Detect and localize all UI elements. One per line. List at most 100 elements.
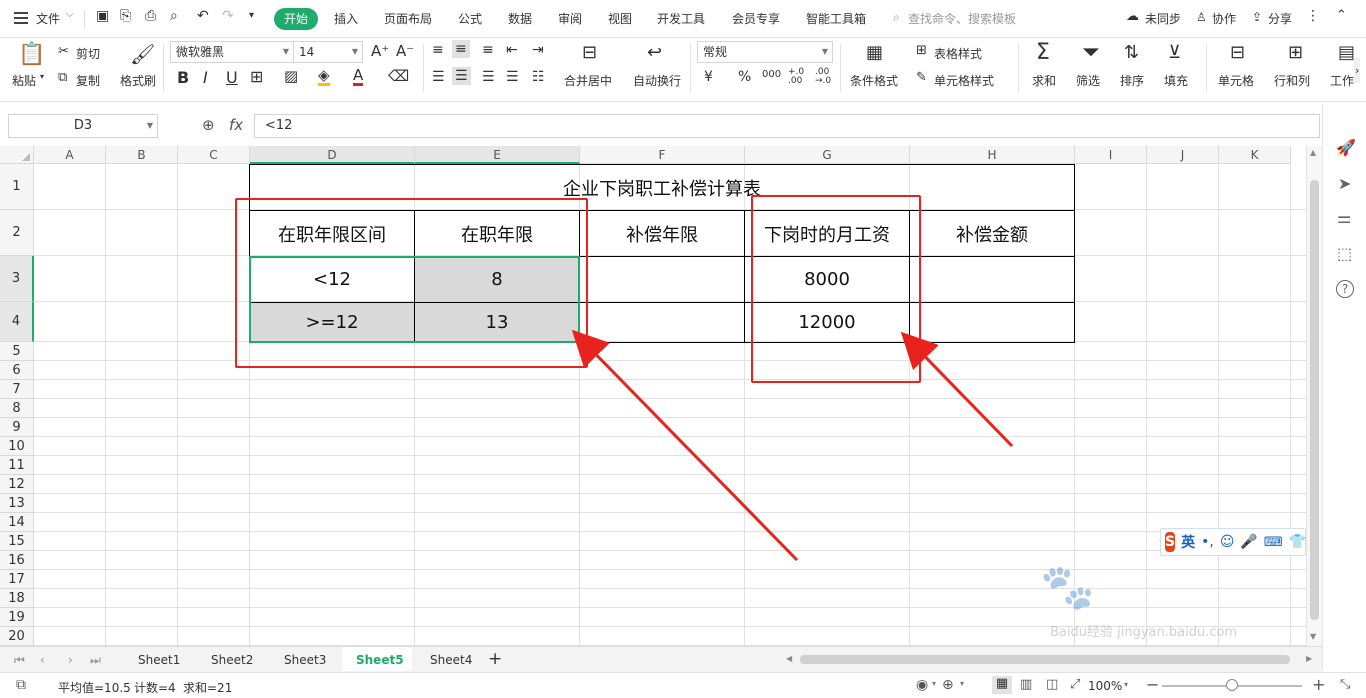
tab-developer[interactable]: 开发工具	[657, 10, 705, 27]
worksheet-icon[interactable]: ▤	[1338, 42, 1355, 63]
pointer-icon[interactable]: ➤	[1338, 174, 1351, 193]
prev-sheet-icon[interactable]: ‹	[40, 653, 45, 667]
tab-view[interactable]: 视图	[608, 10, 632, 27]
cond-format-button[interactable]: 条件格式	[850, 72, 898, 89]
hscroll-right-icon[interactable]: ▶	[1306, 654, 1312, 663]
fill-button[interactable]: 填充	[1164, 72, 1188, 89]
rocket-icon[interactable]: 🚀	[1336, 138, 1356, 157]
align-center-icon[interactable]: ☰	[452, 67, 471, 85]
formula-input[interactable]: <12	[254, 114, 1320, 138]
collab-button[interactable]: 协作	[1212, 10, 1236, 27]
paste-icon[interactable]: 📋	[18, 42, 45, 67]
export-icon[interactable]: ⎘	[120, 8, 131, 24]
tab-page-layout[interactable]: 页面布局	[384, 10, 432, 27]
zoom-out-icon[interactable]: −	[1146, 675, 1159, 694]
normal-view-icon[interactable]: ▦	[992, 676, 1012, 694]
fill-pattern-icon[interactable]: ▨	[284, 67, 298, 85]
center-view-icon[interactable]: ⊕	[942, 677, 954, 693]
cut-button[interactable]: 剪切	[76, 45, 100, 62]
border-icon[interactable]: ⊞	[250, 67, 263, 86]
cell-button[interactable]: 单元格	[1218, 72, 1254, 89]
tab-smart-tools[interactable]: 智能工具箱	[806, 10, 866, 27]
table-style-button[interactable]: 表格样式	[934, 45, 982, 62]
cell-style-button[interactable]: 单元格样式	[934, 72, 994, 89]
copy-button[interactable]: 复制	[76, 72, 100, 89]
sort-icon[interactable]: ⇅	[1124, 42, 1139, 63]
sliders-icon[interactable]: ⚌	[1337, 208, 1351, 227]
fx-icon[interactable]: fx	[229, 116, 243, 134]
sync-status[interactable]: 未同步	[1145, 10, 1181, 27]
tab-formulas[interactable]: 公式	[458, 10, 482, 27]
chevron-down-icon[interactable]: ▾	[1124, 680, 1128, 689]
collapse-ribbon-icon[interactable]: ⌃	[1336, 8, 1347, 23]
scroll-up-icon[interactable]: ▲	[1310, 148, 1316, 157]
thousands-icon[interactable]: 000	[762, 69, 781, 80]
distribute-icon[interactable]: ☷	[532, 69, 545, 85]
increase-decimal-icon[interactable]: +.0.00	[788, 68, 804, 86]
tab-member[interactable]: 会员专享	[732, 10, 780, 27]
fill-icon[interactable]: ⊻	[1168, 42, 1181, 63]
align-left-icon[interactable]: ☰	[432, 69, 445, 85]
first-sheet-icon[interactable]: ⏮	[14, 653, 25, 668]
decrease-decimal-icon[interactable]: .00 →.0	[815, 68, 831, 86]
filter-icon[interactable]: ⏷	[1082, 40, 1100, 65]
eye-protect-icon[interactable]: ◉	[916, 677, 928, 693]
font-name-select[interactable]: 微软雅黑 ▼	[170, 41, 294, 63]
tab-insert[interactable]: 插入	[334, 10, 358, 27]
sheet-tab-sheet2[interactable]: Sheet2	[211, 653, 253, 667]
rows-cols-button[interactable]: 行和列	[1274, 72, 1310, 89]
merge-icon[interactable]: ⊟	[582, 42, 597, 63]
zoom-in-icon[interactable]: +	[1312, 675, 1325, 694]
tab-data[interactable]: 数据	[508, 10, 532, 27]
macro-record-icon[interactable]: ⧉	[16, 677, 26, 693]
number-format-select[interactable]: 常规 ▼	[697, 41, 833, 63]
sheet-tab-sheet1[interactable]: Sheet1	[138, 653, 180, 667]
zoom-level[interactable]: 100%	[1088, 679, 1122, 693]
sheet-tab-sheet3[interactable]: Sheet3	[284, 653, 326, 667]
font-size-select[interactable]: 14 ▼	[293, 41, 363, 63]
currency-icon[interactable]: ¥	[704, 69, 713, 85]
align-middle-icon[interactable]: ≡	[452, 40, 470, 58]
help-icon[interactable]: ?	[1336, 280, 1354, 298]
expand-icon[interactable]: ⤡	[1340, 677, 1350, 692]
undo-icon[interactable]: ↶	[197, 8, 209, 24]
zoom-formula-icon[interactable]: ⊕	[202, 116, 215, 134]
italic-icon[interactable]: I	[203, 68, 208, 87]
underline-icon[interactable]: U	[226, 68, 238, 87]
name-box[interactable]: D3 ▼	[8, 114, 158, 138]
redo-icon[interactable]: ↷	[222, 8, 234, 24]
sheet-tab-sheet5[interactable]: Sheet5	[356, 653, 404, 667]
align-bottom-icon[interactable]: ≡	[482, 42, 494, 58]
scroll-down-icon[interactable]: ▼	[1310, 632, 1316, 641]
align-top-icon[interactable]: ≡	[432, 42, 444, 58]
font-color-icon[interactable]: A	[353, 67, 364, 86]
quick-access-dropdown-icon[interactable]: ▾	[249, 10, 254, 21]
rows-cols-icon[interactable]: ⊞	[1288, 42, 1303, 63]
share-button[interactable]: 分享	[1268, 10, 1292, 27]
page-layout-view-icon[interactable]: ▥	[1020, 677, 1032, 692]
save-icon[interactable]: ▣	[96, 8, 109, 24]
sum-button[interactable]: 求和	[1032, 72, 1056, 89]
hamburger-icon[interactable]	[14, 12, 28, 24]
justify-icon[interactable]: ☰	[506, 69, 519, 85]
sort-button[interactable]: 排序	[1120, 72, 1144, 89]
align-right-icon[interactable]: ☰	[482, 69, 495, 85]
cell-icon[interactable]: ⊟	[1230, 42, 1245, 63]
zoom-slider-thumb[interactable]	[1226, 679, 1238, 691]
filter-button[interactable]: 筛选	[1076, 72, 1100, 89]
command-search-input[interactable]: 查找命令、搜索模板	[908, 10, 1016, 27]
decrease-font-icon[interactable]: A⁻	[396, 42, 414, 60]
increase-font-icon[interactable]: A⁺	[371, 42, 389, 60]
paste-dropdown-icon[interactable]: ▾	[40, 72, 44, 81]
horizontal-scrollbar-thumb[interactable]	[800, 655, 1290, 664]
chevron-down-icon[interactable]: ▾	[932, 679, 936, 688]
sum-icon[interactable]: Σ	[1036, 40, 1050, 65]
chevron-down-icon[interactable]: ▾	[960, 679, 964, 688]
bold-icon[interactable]: B	[177, 68, 189, 87]
tab-review[interactable]: 审阅	[558, 10, 582, 27]
indent-decrease-icon[interactable]: ⇤	[506, 42, 518, 58]
fullscreen-icon[interactable]: ⤢	[1070, 677, 1080, 692]
clear-format-icon[interactable]: ⌫	[388, 67, 409, 85]
chevron-down-icon[interactable]: ⌵	[66, 9, 74, 20]
vertical-scrollbar[interactable]: ▲ ▼	[1306, 146, 1322, 646]
